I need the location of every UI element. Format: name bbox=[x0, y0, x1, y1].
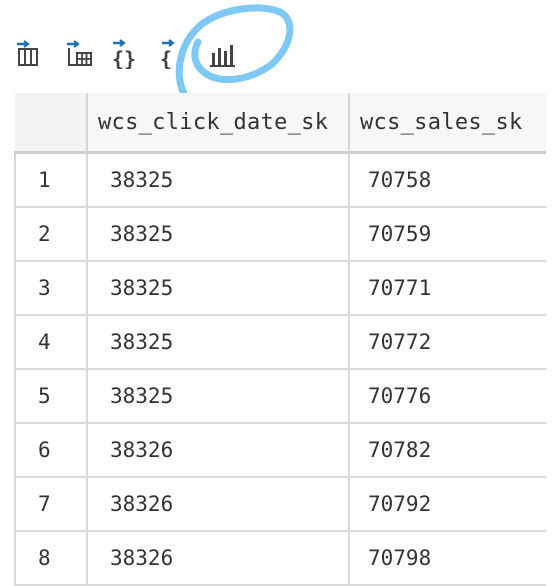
column-header-wcs-sales-sk[interactable]: wcs_sales_sk bbox=[349, 93, 546, 154]
row-number-header[interactable] bbox=[15, 93, 88, 154]
results-table: wcs_click_date_sk wcs_sales_sk 1 38325 707… bbox=[14, 93, 546, 586]
row-number-cell[interactable]: 3 bbox=[14, 261, 88, 316]
cell-wcs-click-date-sk[interactable]: 38326 bbox=[87, 423, 350, 478]
table-row[interactable]: 2 38325 70759 bbox=[14, 207, 546, 262]
row-number-cell[interactable]: 8 bbox=[14, 531, 88, 586]
export-excel-button[interactable] bbox=[62, 36, 96, 72]
cell-wcs-sales-sk[interactable]: 70758 bbox=[349, 152, 546, 208]
export-json-icon: {} bbox=[111, 39, 143, 69]
row-number-cell[interactable]: 4 bbox=[14, 315, 88, 370]
results-toolbar: {} { bbox=[0, 0, 559, 98]
table-row[interactable]: 5 38325 70776 bbox=[14, 369, 546, 424]
cell-wcs-sales-sk[interactable]: 70776 bbox=[349, 369, 546, 424]
table-row[interactable]: 8 38326 70798 bbox=[14, 531, 546, 586]
cell-wcs-sales-sk[interactable]: 70759 bbox=[349, 207, 546, 262]
table-row[interactable]: 3 38325 70771 bbox=[14, 261, 546, 316]
cell-wcs-click-date-sk[interactable]: 38326 bbox=[87, 531, 350, 586]
header-row: wcs_click_date_sk wcs_sales_sk bbox=[15, 93, 546, 154]
highlight-circle-annotation bbox=[175, 4, 294, 98]
cell-wcs-sales-sk[interactable]: 70792 bbox=[349, 477, 546, 532]
cell-wcs-sales-sk[interactable]: 70798 bbox=[349, 531, 546, 586]
results-grid: wcs_click_date_sk wcs_sales_sk 1 38325 707… bbox=[14, 93, 546, 586]
cell-wcs-click-date-sk[interactable]: 38325 bbox=[87, 207, 350, 262]
row-number-cell[interactable]: 6 bbox=[14, 423, 88, 478]
row-number-cell[interactable]: 1 bbox=[14, 152, 88, 208]
export-table-icon bbox=[15, 40, 43, 68]
row-number-cell[interactable]: 7 bbox=[14, 477, 88, 532]
export-excel-icon bbox=[64, 40, 94, 68]
cell-wcs-click-date-sk[interactable]: 38326 bbox=[87, 477, 350, 532]
cell-wcs-click-date-sk[interactable]: 38325 bbox=[87, 315, 350, 370]
table-row[interactable]: 4 38325 70772 bbox=[14, 315, 546, 370]
row-number-cell[interactable]: 2 bbox=[14, 207, 88, 262]
table-row[interactable]: 1 38325 70758 bbox=[14, 152, 546, 208]
cell-wcs-click-date-sk[interactable]: 38325 bbox=[87, 369, 350, 424]
row-number-cell[interactable]: 5 bbox=[14, 369, 88, 424]
cell-wcs-click-date-sk[interactable]: 38325 bbox=[87, 152, 350, 208]
table-row[interactable]: 6 38326 70782 bbox=[14, 423, 546, 478]
table-row[interactable]: 7 38326 70792 bbox=[14, 477, 546, 532]
cell-wcs-sales-sk[interactable]: 70771 bbox=[349, 261, 546, 316]
svg-text:{: { bbox=[160, 47, 172, 69]
svg-text:{}: {} bbox=[112, 47, 136, 69]
export-table-button[interactable] bbox=[12, 36, 46, 72]
cell-wcs-sales-sk[interactable]: 70782 bbox=[349, 423, 546, 478]
cell-wcs-sales-sk[interactable]: 70772 bbox=[349, 315, 546, 370]
cell-wcs-click-date-sk[interactable]: 38325 bbox=[87, 261, 350, 316]
export-json-button[interactable]: {} bbox=[110, 36, 144, 72]
column-header-wcs-click-date-sk[interactable]: wcs_click_date_sk bbox=[87, 93, 350, 154]
